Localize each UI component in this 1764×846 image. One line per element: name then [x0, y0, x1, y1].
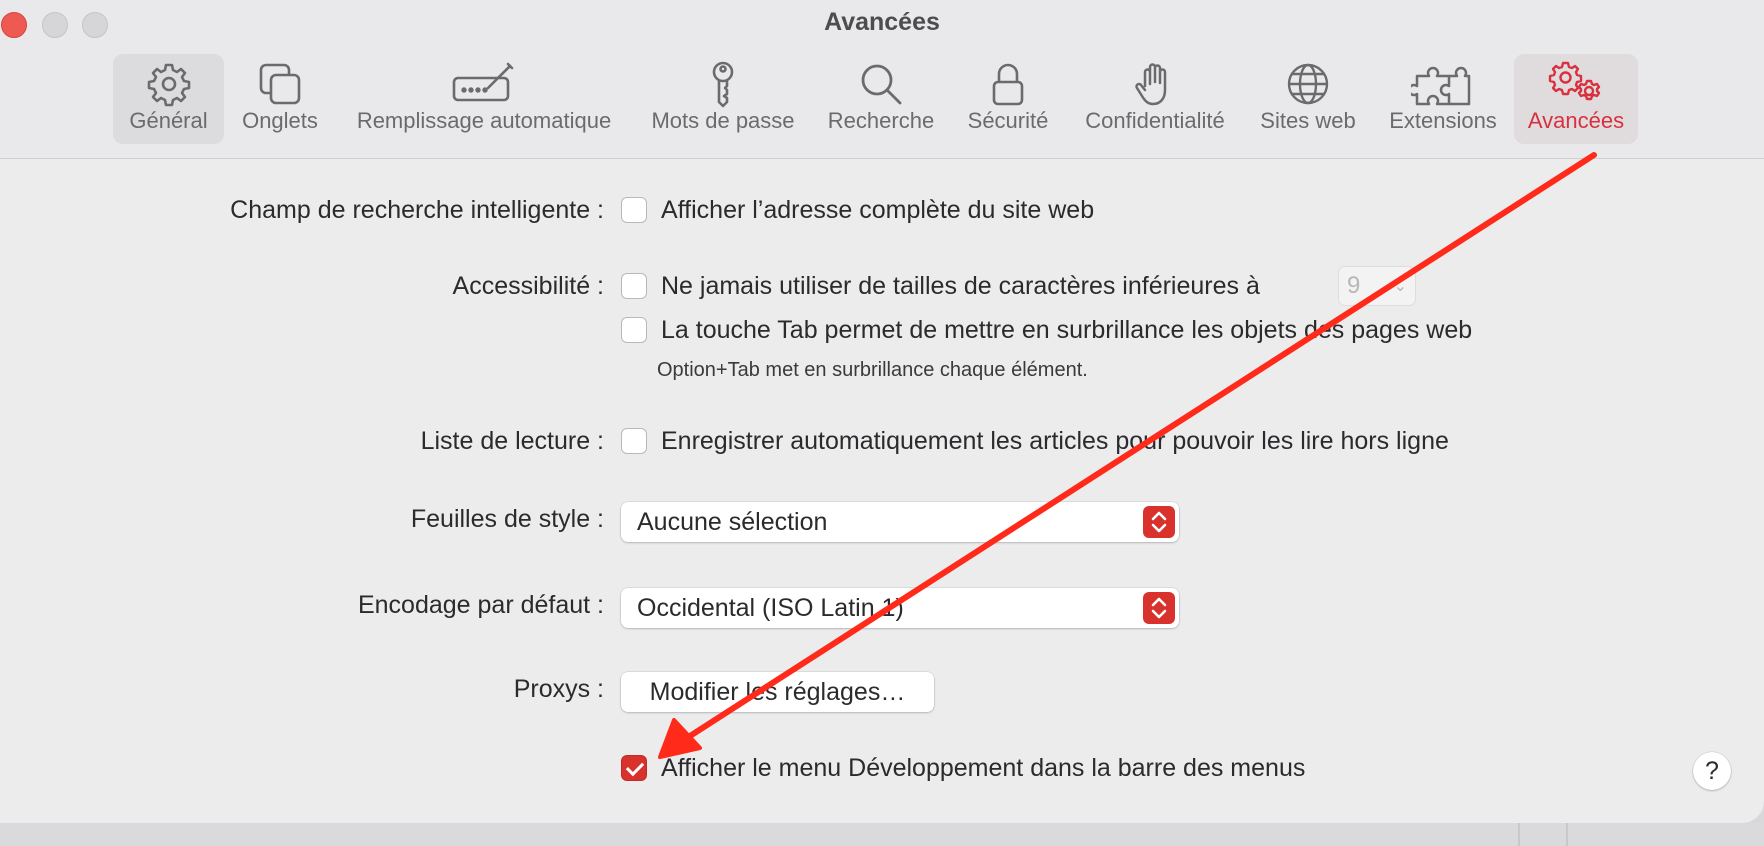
tab-highlight-hint: Option+Tab met en surbrillance chaque él… — [657, 359, 1088, 381]
min-font-size-text: Ne jamais utiliser de tailles de caractè… — [661, 272, 1260, 300]
tab-tabs[interactable]: Onglets — [230, 54, 330, 144]
tab-extensions[interactable]: Extensions — [1380, 54, 1506, 144]
updown-arrows-icon — [1143, 592, 1175, 624]
tab-autofill[interactable]: Remplissage automatique — [344, 54, 624, 144]
tab-passwords[interactable]: Mots de passe — [642, 54, 804, 144]
globe-icon — [1287, 63, 1329, 105]
tab-advanced-label: Avancées — [1527, 108, 1625, 133]
tab-passwords-label: Mots de passe — [651, 108, 795, 133]
tab-advanced[interactable]: Avancées — [1514, 54, 1638, 144]
lock-icon — [992, 63, 1024, 106]
stylesheet-value: Aucune sélection — [637, 508, 828, 536]
window-title: Avancées — [0, 8, 1764, 37]
magnifier-icon — [861, 64, 902, 105]
gears-icon — [1548, 61, 1601, 101]
save-articles-offline-text: Enregistrer automatiquement les articles… — [661, 427, 1449, 455]
proxies-label: Proxys : — [513, 675, 604, 703]
updown-arrows-icon — [1143, 506, 1175, 538]
background-window-strip — [0, 823, 1764, 846]
show-develop-menu-checkbox[interactable] — [621, 755, 647, 781]
tab-autofill-label: Remplissage automatique — [356, 108, 612, 133]
key-icon — [712, 61, 734, 108]
show-develop-menu-text: Afficher le menu Développement dans la b… — [661, 754, 1306, 782]
stylesheet-label: Feuilles de style : — [410, 505, 604, 533]
window-title-text: Avancées — [824, 8, 940, 36]
preferences-toolbar: Général Onglets Remplissage automatique … — [0, 54, 1764, 144]
reading-list-label: Liste de lecture : — [420, 427, 604, 455]
tab-websites[interactable]: Sites web — [1254, 54, 1362, 144]
chevron-down-icon: ⌄ — [1393, 278, 1407, 295]
divider — [1518, 823, 1520, 846]
tab-tabs-label: Onglets — [242, 108, 318, 133]
title-bar: Avancées Général Onglets Remplissage aut… — [0, 0, 1764, 159]
tab-highlight-checkbox[interactable] — [621, 317, 647, 343]
tab-search[interactable]: Recherche — [820, 54, 942, 144]
tab-privacy-label: Confidentialité — [1085, 108, 1225, 133]
accessibility-label: Accessibilité : — [452, 272, 604, 300]
stylesheet-popup[interactable]: Aucune sélection — [621, 502, 1179, 542]
modify-proxy-settings-button[interactable]: Modifier les réglages… — [621, 672, 934, 712]
help-button[interactable]: ? — [1693, 752, 1731, 790]
tab-security-label: Sécurité — [967, 108, 1049, 133]
safari-settings-window: Avancées Général Onglets Remplissage aut… — [0, 0, 1764, 823]
smart-search-label: Champ de recherche intelligente : — [230, 196, 604, 224]
settings-pane: Champ de recherche intelligente : Affich… — [0, 159, 1764, 823]
tab-highlight-text: La touche Tab permet de mettre en surbri… — [661, 316, 1473, 344]
tab-search-label: Recherche — [827, 108, 935, 133]
tab-security[interactable]: Sécurité — [958, 54, 1058, 144]
encoding-popup[interactable]: Occidental (ISO Latin 1) — [621, 588, 1179, 628]
gear-icon — [147, 63, 190, 107]
tab-websites-label: Sites web — [1260, 108, 1356, 133]
encoding-label: Encodage par défaut : — [357, 591, 604, 619]
tab-privacy[interactable]: Confidentialité — [1074, 54, 1236, 144]
autofill-pen-icon — [452, 62, 514, 102]
min-font-size-select[interactable]: 9 ⌄ — [1338, 266, 1416, 306]
divider — [1566, 823, 1568, 846]
show-full-address-text: Afficher l’adresse complète du site web — [661, 196, 1095, 224]
tab-general[interactable]: Général — [113, 54, 224, 144]
min-font-size-checkbox[interactable] — [621, 273, 647, 299]
save-articles-offline-checkbox[interactable] — [621, 428, 647, 454]
tabs-icon — [259, 63, 301, 105]
show-full-address-checkbox[interactable] — [621, 197, 647, 223]
min-font-size-value: 9 — [1347, 272, 1361, 299]
hand-icon — [1135, 63, 1167, 106]
tab-general-label: Général — [129, 108, 208, 133]
encoding-value: Occidental (ISO Latin 1) — [637, 594, 904, 622]
puzzle-icon — [1411, 66, 1471, 106]
tab-extensions-label: Extensions — [1389, 108, 1497, 133]
